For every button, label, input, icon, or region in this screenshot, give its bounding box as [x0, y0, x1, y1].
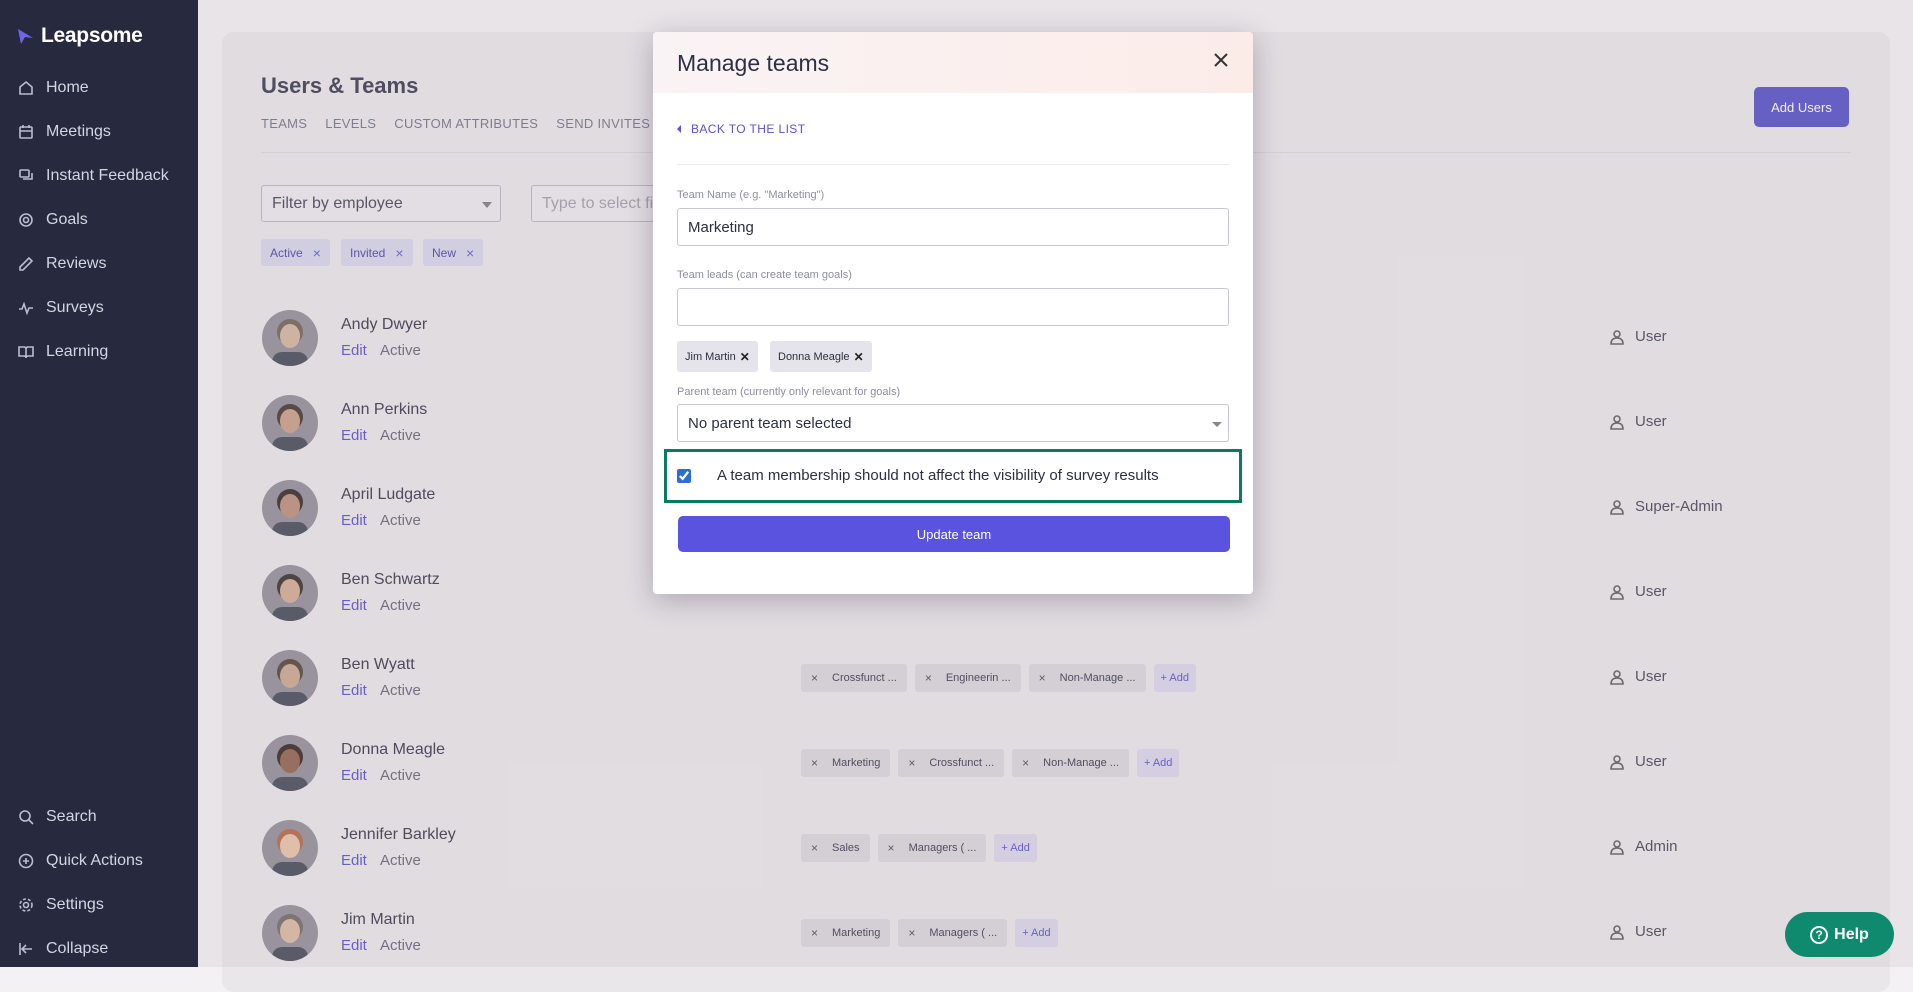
- back-link-label: BACK TO THE LIST: [691, 122, 806, 136]
- sidebar-item-label: Learning: [46, 343, 109, 360]
- modal-title: Manage teams: [677, 50, 830, 76]
- sidebar-item-collapse[interactable]: Collapse: [18, 940, 108, 958]
- parent-team-label: Parent team (currently only relevant for…: [677, 386, 901, 398]
- sidebar-item-settings[interactable]: Settings: [18, 896, 104, 914]
- leapsome-logo-icon: [18, 29, 33, 44]
- sidebar-item-label: Reviews: [46, 255, 107, 272]
- parent-team-select[interactable]: No parent team selected: [677, 404, 1229, 442]
- divider: [677, 164, 1229, 165]
- sidebar-item-label: Goals: [46, 211, 88, 228]
- sidebar-item-home[interactable]: Home: [18, 79, 89, 97]
- sidebar-item-label: Instant Feedback: [46, 167, 169, 184]
- sidebar-item-quick-actions[interactable]: Quick Actions: [18, 852, 143, 870]
- sidebar-item-reviews[interactable]: Reviews: [18, 255, 106, 273]
- team-name-label: Team Name (e.g. "Marketing"): [677, 189, 825, 201]
- chat-icon: [19, 169, 33, 180]
- close-button[interactable]: [1211, 50, 1231, 70]
- help-icon: ?: [1810, 925, 1829, 944]
- search-icon: [19, 810, 34, 825]
- calendar-icon: [19, 125, 33, 139]
- modal-header: Manage teams: [653, 32, 1253, 93]
- home-icon: [19, 80, 33, 95]
- update-team-button[interactable]: Update team: [678, 516, 1230, 552]
- caret-left-icon: [677, 125, 681, 133]
- sidebar: Leapsome Home Meetings Instant Feedback …: [0, 0, 198, 967]
- survey-visibility-checkbox[interactable]: [677, 469, 691, 483]
- caret-down-icon: [1212, 422, 1222, 427]
- leapsome-logo[interactable]: Leapsome: [16, 24, 143, 48]
- help-button[interactable]: ? Help: [1785, 912, 1894, 957]
- logo-text: Leapsome: [41, 24, 143, 47]
- team-name-input[interactable]: [677, 208, 1229, 246]
- close-icon: [1214, 53, 1228, 67]
- team-lead-name: Donna Meagle: [778, 350, 850, 363]
- team-lead-name: Jim Martin: [685, 350, 736, 363]
- gear-icon: [19, 898, 33, 912]
- remove-icon[interactable]: ✕: [854, 350, 864, 364]
- pulse-icon: [19, 301, 33, 316]
- help-label: Help: [1834, 925, 1869, 943]
- sidebar-item-label: Quick Actions: [46, 852, 143, 869]
- target-icon: [19, 213, 33, 227]
- plus-circle-icon: [18, 853, 34, 869]
- book-icon: [18, 346, 34, 359]
- manage-teams-modal: Manage teams BACK TO THE LIST Team Name …: [653, 32, 1253, 594]
- team-leads-label: Team leads (can create team goals): [677, 269, 852, 281]
- sidebar-item-goals[interactable]: Goals: [18, 211, 88, 229]
- sidebar-item-instant-feedback[interactable]: Instant Feedback: [18, 167, 169, 185]
- collapse-icon: [19, 943, 32, 955]
- team-leads-input[interactable]: [677, 288, 1229, 326]
- survey-visibility-label[interactable]: A team membership should not affect the …: [717, 467, 1159, 484]
- sidebar-item-label: Home: [46, 79, 89, 96]
- back-to-list-link[interactable]: BACK TO THE LIST: [677, 122, 805, 136]
- sidebar-item-surveys[interactable]: Surveys: [18, 299, 104, 317]
- team-lead-tag: Donna Meagle ✕: [770, 341, 872, 372]
- edit-icon: [19, 256, 34, 271]
- sidebar-item-label: Meetings: [46, 123, 111, 140]
- sidebar-item-label: Settings: [46, 896, 104, 913]
- sidebar-item-label: Collapse: [46, 940, 109, 957]
- sidebar-item-search[interactable]: Search: [18, 808, 97, 826]
- parent-team-value: No parent team selected: [688, 415, 852, 432]
- sidebar-item-learning[interactable]: Learning: [18, 343, 108, 361]
- survey-visibility-option: A team membership should not affect the …: [664, 449, 1242, 503]
- sidebar-item-label: Search: [46, 808, 97, 825]
- sidebar-item-label: Surveys: [46, 299, 104, 316]
- team-lead-tag: Jim Martin ✕: [677, 341, 758, 372]
- sidebar-item-meetings[interactable]: Meetings: [18, 123, 111, 141]
- remove-icon[interactable]: ✕: [740, 350, 750, 364]
